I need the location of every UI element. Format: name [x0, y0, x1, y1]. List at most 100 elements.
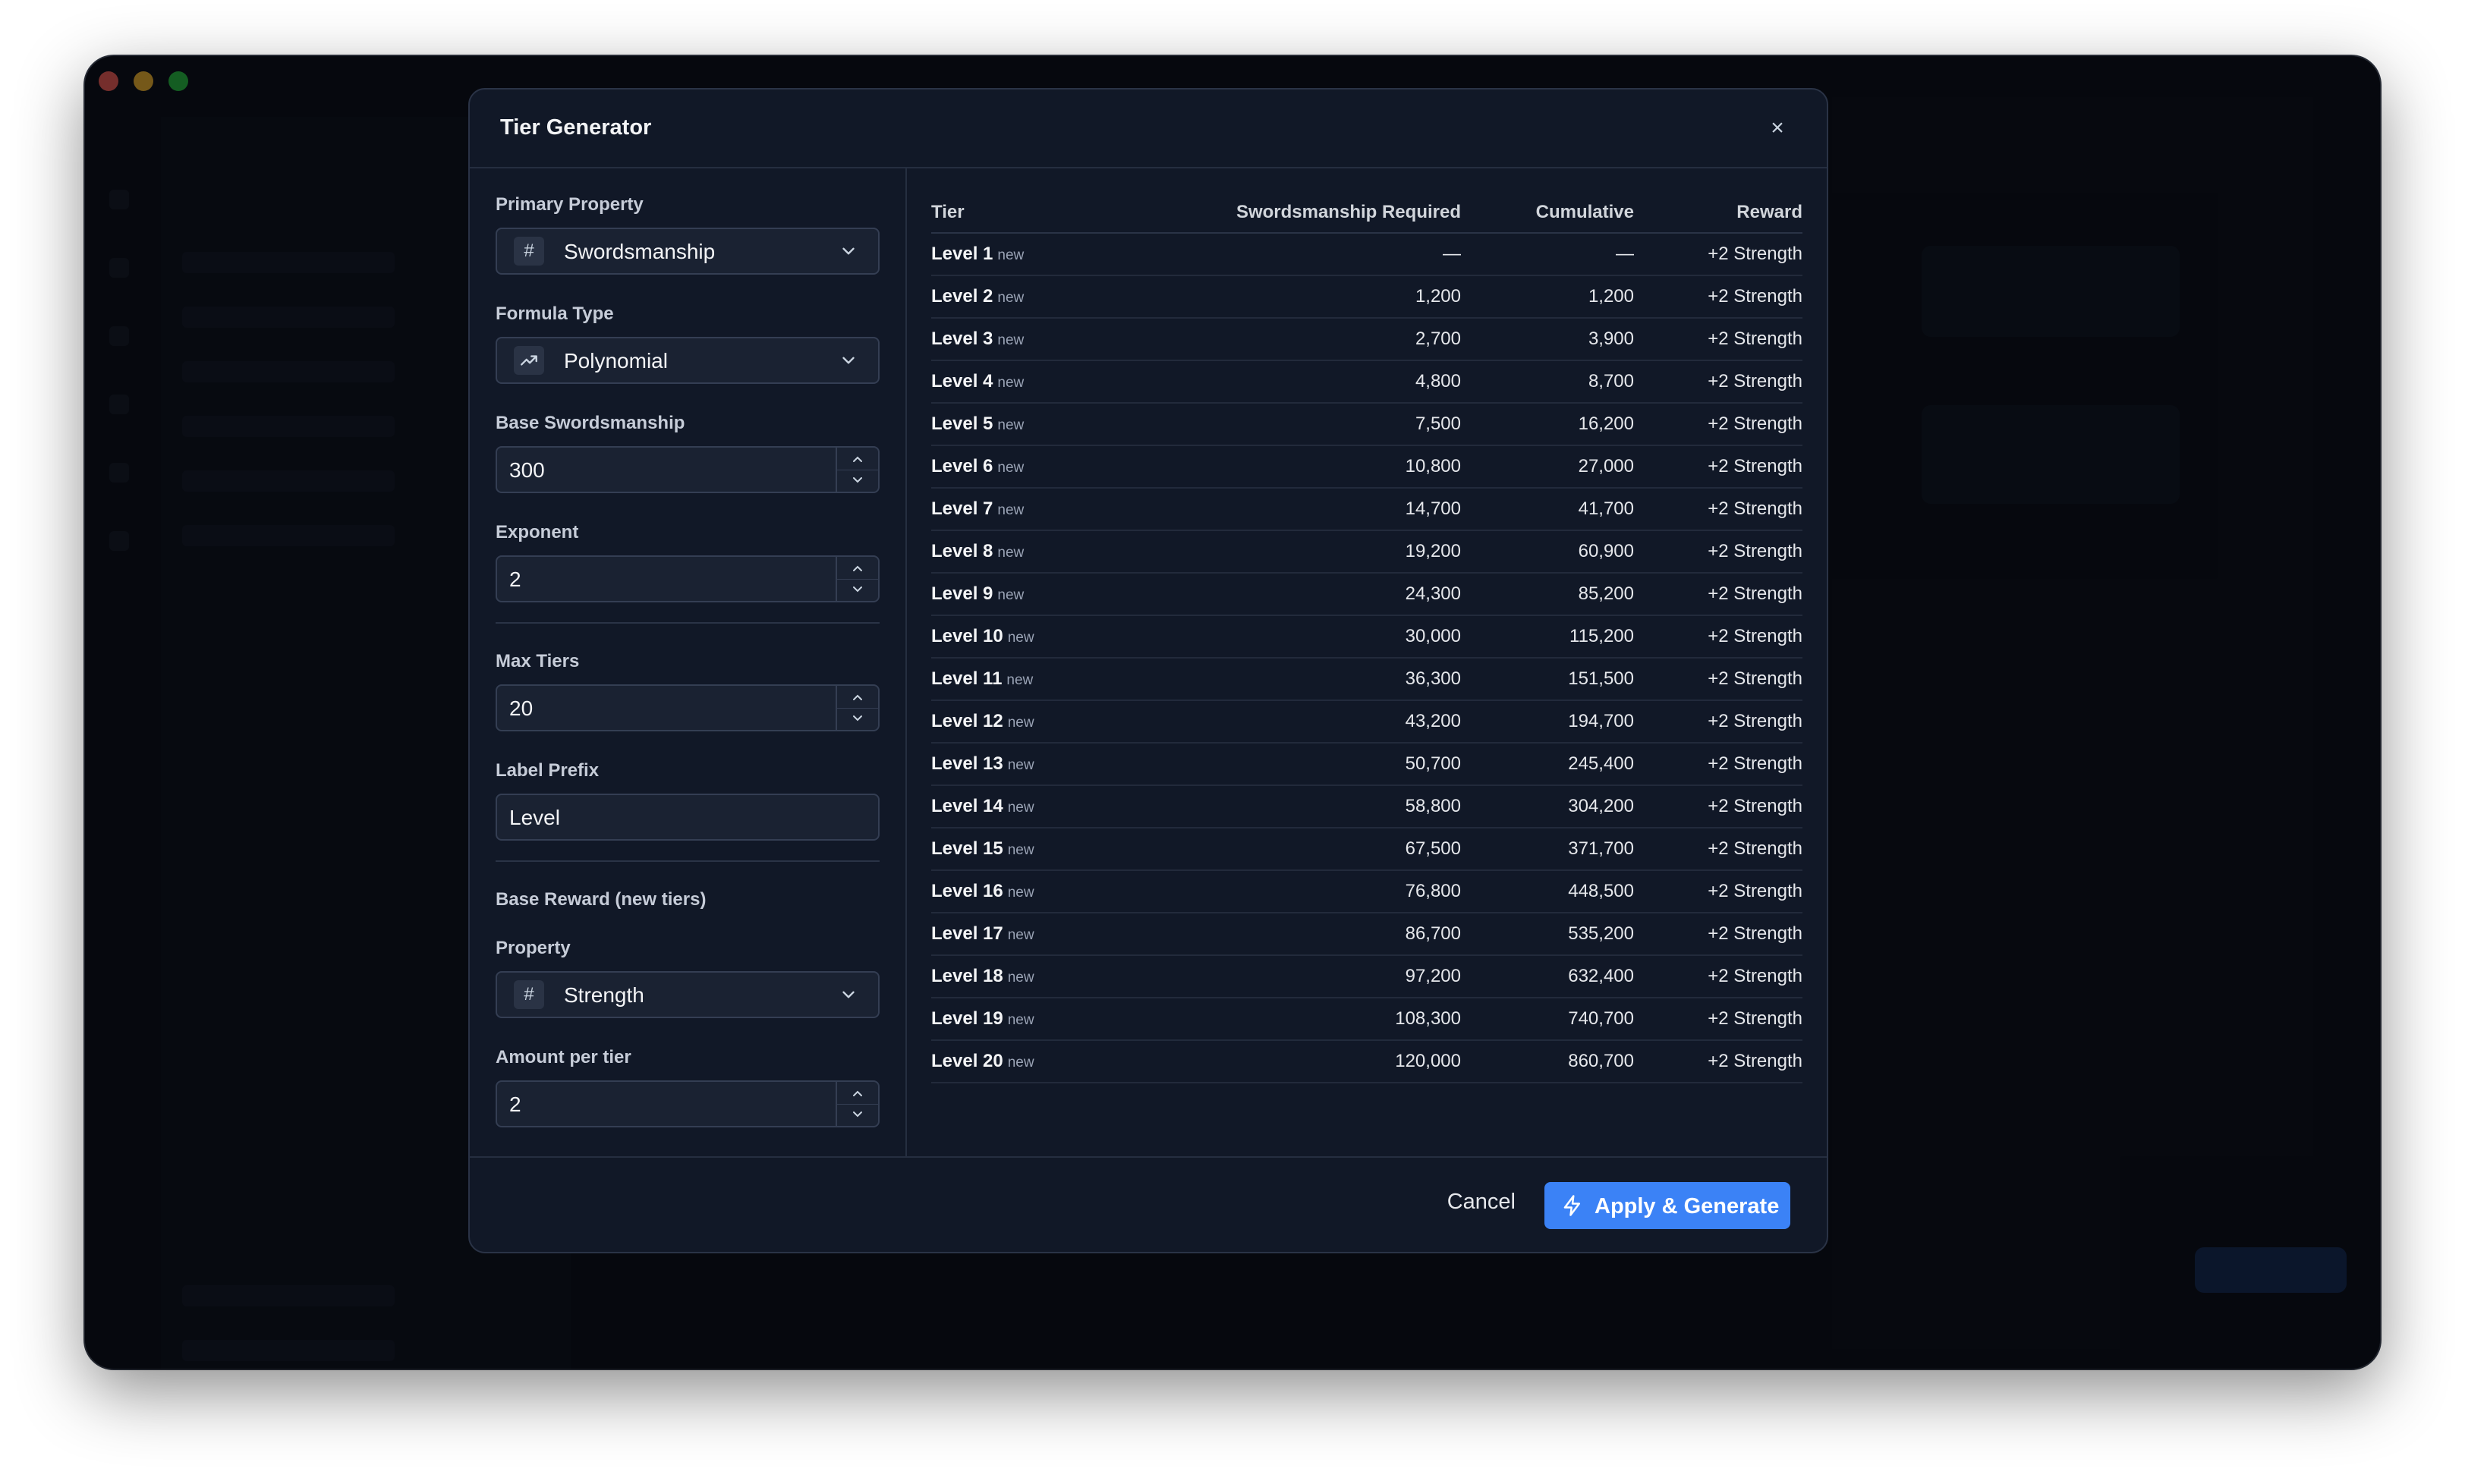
cumulative-cell: 60,900 [1461, 530, 1634, 574]
reward-link[interactable]: +2 Strength [1634, 913, 1802, 956]
table-row: Level 10 new 30,000 115,200 +2 Strength [931, 615, 1802, 659]
close-icon[interactable]: × [1765, 115, 1790, 141]
reward-link[interactable]: +2 Strength [1634, 403, 1802, 446]
reward-link[interactable]: +2 Strength [1634, 955, 1802, 998]
base-value-input[interactable]: 300 [496, 446, 880, 493]
tier-cell: Level 5 new [931, 403, 1174, 446]
required-cell: 24,300 [1174, 573, 1461, 616]
cumulative-cell: 194,700 [1461, 700, 1634, 744]
new-badge: new [997, 247, 1025, 263]
table-row: Level 15 new 67,500 371,700 +2 Strength [931, 828, 1802, 871]
table-row: Level 17 new 86,700 535,200 +2 Strength [931, 913, 1802, 956]
cumulative-cell: — [1461, 233, 1634, 276]
reward-link[interactable]: +2 Strength [1634, 275, 1802, 319]
reward-link[interactable]: +2 Strength [1634, 530, 1802, 574]
tier-cell: Level 1 new [931, 233, 1174, 276]
reward-link[interactable]: +2 Strength [1634, 998, 1802, 1041]
reward-link[interactable]: +2 Strength [1634, 870, 1802, 913]
exponent-stepper[interactable] [836, 557, 878, 601]
formula-type-label: Formula Type [496, 303, 614, 324]
tier-cell: Level 19 new [931, 998, 1174, 1041]
new-badge: new [1007, 1055, 1034, 1071]
chevron-up-icon[interactable] [837, 448, 878, 470]
required-cell: 43,200 [1174, 700, 1461, 744]
max-tiers-stepper[interactable] [836, 686, 878, 730]
tier-name: Level 1 [931, 244, 993, 264]
new-badge: new [1007, 842, 1034, 858]
table-row: Level 7 new 14,700 41,700 +2 Strength [931, 488, 1802, 531]
tier-cell: Level 20 new [931, 1040, 1174, 1083]
required-cell: 14,700 [1174, 488, 1461, 531]
new-badge: new [1007, 630, 1034, 646]
amount-per-tier-input[interactable]: 2 [496, 1080, 880, 1127]
table-row: Level 9 new 24,300 85,200 +2 Strength [931, 573, 1802, 616]
reward-property-select[interactable]: # Strength [496, 971, 880, 1018]
label-prefix-input[interactable]: Level [496, 794, 880, 841]
required-cell: 1,200 [1174, 275, 1461, 319]
cumulative-cell: 151,500 [1461, 658, 1634, 701]
chevron-up-icon[interactable] [837, 1082, 878, 1105]
required-cell: 7,500 [1174, 403, 1461, 446]
base-value-text: 300 [509, 458, 545, 482]
base-reward-section-label: Base Reward (new tiers) [496, 889, 707, 910]
reward-link[interactable]: +2 Strength [1634, 360, 1802, 404]
required-cell: 36,300 [1174, 658, 1461, 701]
chevron-up-icon[interactable] [837, 557, 878, 580]
amount-per-tier-label: Amount per tier [496, 1047, 631, 1067]
reward-link[interactable]: +2 Strength [1634, 658, 1802, 701]
amount-per-tier-stepper[interactable] [836, 1082, 878, 1126]
table-row: Level 1 new — — +2 Strength [931, 233, 1802, 276]
new-badge: new [1006, 672, 1034, 688]
base-value-label: Base Swordsmanship [496, 413, 685, 433]
chevron-down-icon[interactable] [837, 708, 878, 730]
exponent-input[interactable]: 2 [496, 555, 880, 602]
chevron-down-icon[interactable] [837, 579, 878, 601]
hash-icon: # [514, 237, 544, 266]
table-row: Level 14 new 58,800 304,200 +2 Strength [931, 785, 1802, 828]
tier-name: Level 9 [931, 583, 993, 604]
chevron-up-icon[interactable] [837, 686, 878, 709]
reward-link[interactable]: +2 Strength [1634, 488, 1802, 531]
tier-cell: Level 17 new [931, 913, 1174, 956]
primary-property-value: Swordsmanship [564, 240, 716, 263]
reward-link[interactable]: +2 Strength [1634, 828, 1802, 871]
apply-generate-button[interactable]: Apply & Generate [1544, 1182, 1790, 1229]
reward-link[interactable]: +2 Strength [1634, 318, 1802, 361]
reward-link[interactable]: +2 Strength [1634, 700, 1802, 744]
cumulative-cell: 632,400 [1461, 955, 1634, 998]
tier-name: Level 4 [931, 371, 993, 391]
tier-cell: Level 15 new [931, 828, 1174, 871]
tier-cell: Level 14 new [931, 785, 1174, 828]
tier-cell: Level 7 new [931, 488, 1174, 531]
tier-name: Level 10 [931, 626, 1003, 646]
chevron-down-icon [842, 247, 855, 255]
new-badge: new [1007, 970, 1034, 986]
chevron-down-icon[interactable] [837, 1104, 878, 1126]
formula-type-select[interactable]: Polynomial [496, 337, 880, 384]
primary-property-select[interactable]: # Swordsmanship [496, 228, 880, 275]
new-badge: new [1007, 715, 1034, 731]
tier-name: Level 5 [931, 413, 993, 434]
max-tiers-input[interactable]: 20 [496, 684, 880, 731]
required-cell: 108,300 [1174, 998, 1461, 1041]
chevron-down-icon[interactable] [837, 470, 878, 492]
base-value-stepper[interactable] [836, 448, 878, 492]
new-badge: new [1007, 927, 1034, 943]
reward-link[interactable]: +2 Strength [1634, 573, 1802, 616]
tier-name: Level 18 [931, 966, 1003, 986]
cancel-button[interactable]: Cancel [1447, 1190, 1516, 1215]
reward-link[interactable]: +2 Strength [1634, 743, 1802, 786]
tier-name: Level 19 [931, 1008, 1003, 1029]
new-badge: new [997, 290, 1025, 306]
max-tiers-text: 20 [509, 696, 534, 720]
reward-link[interactable]: +2 Strength [1634, 1040, 1802, 1083]
section-divider [496, 860, 880, 862]
reward-link[interactable]: +2 Strength [1634, 785, 1802, 828]
table-header-row: Tier Swordsmanship Required Cumulative R… [931, 193, 1802, 234]
reward-link[interactable]: +2 Strength [1634, 615, 1802, 659]
reward-link[interactable]: +2 Strength [1634, 445, 1802, 489]
table-row: Level 6 new 10,800 27,000 +2 Strength [931, 445, 1802, 489]
reward-link[interactable]: +2 Strength [1634, 233, 1802, 276]
tier-generator-dialog: Tier Generator × Primary Property # Swor… [468, 88, 1828, 1253]
cumulative-cell: 740,700 [1461, 998, 1634, 1041]
